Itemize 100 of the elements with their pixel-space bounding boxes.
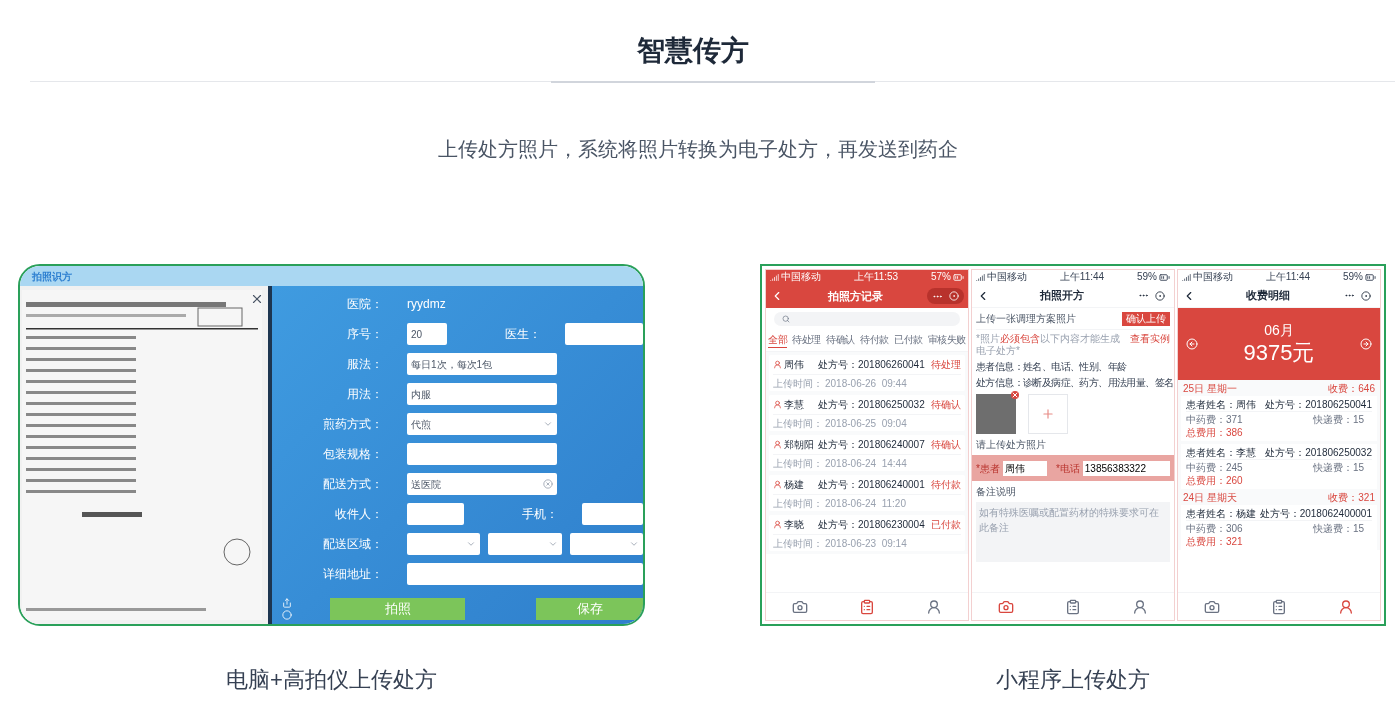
filter-tab[interactable]: 审核失败 xyxy=(927,333,966,348)
user-icon xyxy=(773,480,782,489)
capsule-menu[interactable] xyxy=(927,288,964,304)
carrier-name: 中国移动 xyxy=(987,270,1027,284)
record-card[interactable]: 杨建 处方号：201806240001 待付款 上传时间： 2018-06-24 11:20 xyxy=(769,475,965,511)
input-field[interactable] xyxy=(407,443,557,465)
remark-field[interactable]: 如有特殊医嘱或配置药材的特殊要求可在此备注 xyxy=(976,502,1170,562)
status-time: 上午11:53 xyxy=(853,270,899,284)
search-field[interactable] xyxy=(774,312,960,326)
field-label: 手机： xyxy=(521,506,558,523)
medicine-fee: 中药费：245 xyxy=(1186,460,1243,475)
prescription-number: 处方号：201806250032 xyxy=(1265,445,1372,460)
circle-icon[interactable] xyxy=(282,610,292,620)
caret-icon xyxy=(629,539,639,549)
field-label: 序号： xyxy=(346,326,383,343)
prescription-number: 处方号：201806250041 xyxy=(1265,397,1372,412)
prescription-number: 处方号：201806250032 xyxy=(818,398,925,412)
battery-percent: 59% xyxy=(1343,270,1363,284)
photo-hint: 请上传处方照片 xyxy=(976,438,1047,452)
input-field[interactable] xyxy=(407,563,643,585)
input-field[interactable] xyxy=(565,323,643,345)
camera-icon xyxy=(1203,598,1220,615)
phone-input[interactable]: 13856383322 xyxy=(1082,460,1170,476)
filter-tab[interactable]: 已付款 xyxy=(894,333,923,348)
day-fee: 收费：321 xyxy=(1328,490,1375,505)
field-label: 服法： xyxy=(346,356,383,373)
filter-tab[interactable]: 全部 xyxy=(768,333,787,348)
carrier-name: 中国移动 xyxy=(781,270,821,284)
view-example-link[interactable]: 查看实例 xyxy=(1130,333,1170,345)
phone-label: *电话 xyxy=(1055,461,1080,476)
upload-time: 2018-06-24 11:20 xyxy=(825,496,906,511)
record-card[interactable]: 李晓 处方号：201806230004 已付款 上传时间： 2018-06-23 09:14 xyxy=(769,515,965,551)
prescription-number: 处方号：201806260041 xyxy=(818,358,925,372)
filter-tab[interactable]: 待处理 xyxy=(792,333,821,348)
close-icon[interactable] xyxy=(250,292,264,306)
status-label: 待确认 xyxy=(931,398,961,412)
delivery-fee: 快递费：15 xyxy=(1312,460,1364,475)
input-field[interactable]: 每日1次，每次1包 xyxy=(407,353,557,375)
record-card[interactable]: 周伟 处方号：201806260041 待处理 上传时间： 2018-06-26 09:44 xyxy=(769,355,965,391)
upload-time-label: 上传时间： xyxy=(773,536,823,551)
record-card[interactable]: 郑朝阳 处方号：201806240007 待确认 上传时间： 2018-06-24 14:44 xyxy=(769,435,965,471)
upload-time-label: 上传时间： xyxy=(773,376,823,391)
month-label: 06月 xyxy=(1264,321,1294,339)
status-time: 上午11:44 xyxy=(1059,270,1105,284)
field-label: 收件人： xyxy=(334,506,383,523)
dropdown[interactable]: 送医院 xyxy=(407,473,557,495)
confirm-upload-button[interactable]: 确认上传 xyxy=(1122,311,1170,326)
share-icon[interactable] xyxy=(282,598,292,608)
day-fee: 收费：646 xyxy=(1328,381,1375,396)
day-label: 25日 星期一 xyxy=(1183,381,1237,396)
status-label: 已付款 xyxy=(931,518,961,532)
status-label: 待确认 xyxy=(931,438,961,452)
user-icon xyxy=(1132,598,1149,615)
patient-input[interactable]: 周伟 xyxy=(1002,460,1047,476)
dropdown[interactable]: 代煎 xyxy=(407,413,557,435)
upload-time: 2018-06-23 09:14 xyxy=(825,536,907,551)
total-fee: 总费用：321 xyxy=(1186,535,1244,549)
input-field[interactable]: 20 xyxy=(407,323,447,345)
user-icon xyxy=(773,440,782,449)
clipboard-icon xyxy=(859,598,875,615)
user-icon xyxy=(773,520,782,529)
patient-name: 患者姓名：李慧 xyxy=(1186,445,1256,460)
remove-icon[interactable] xyxy=(1011,391,1019,399)
close-app-icon[interactable] xyxy=(1155,290,1165,301)
camera-icon xyxy=(791,598,808,615)
filter-tab[interactable]: 待付款 xyxy=(860,333,889,348)
input-field[interactable] xyxy=(582,503,643,525)
close-app-icon[interactable] xyxy=(1361,290,1371,301)
patient-name: 杨建 xyxy=(784,478,805,492)
plus-icon xyxy=(1041,407,1055,421)
carrier-name: 中国移动 xyxy=(1193,270,1233,284)
patient-name: 周伟 xyxy=(784,358,805,372)
signal-icon xyxy=(770,272,779,282)
record-card[interactable]: 李慧 处方号：201806250032 待确认 上传时间： 2018-06-25 09:04 xyxy=(769,395,965,431)
page-title: 收费明细 xyxy=(1245,288,1290,304)
prescription-number: 处方号：201806240001 xyxy=(818,478,925,492)
upload-time: 2018-06-25 09:04 xyxy=(825,416,907,431)
field-label: 煎药方式： xyxy=(322,416,383,433)
field-label: 配送区域： xyxy=(322,536,383,553)
mini-program-caption: 小程序上传处方 xyxy=(996,666,1150,694)
next-month-icon[interactable] xyxy=(1360,338,1372,350)
field-label: 包装规格： xyxy=(322,446,383,463)
input-field[interactable] xyxy=(407,503,464,525)
remark-label: 备注说明 xyxy=(976,485,1017,499)
filter-tab[interactable]: 待确认 xyxy=(826,333,855,348)
status-label: 待付款 xyxy=(931,478,961,492)
field-label: 详细地址： xyxy=(322,566,383,583)
previous-month-icon[interactable] xyxy=(1186,338,1198,350)
patient-name: 患者姓名：杨建 xyxy=(1186,506,1256,521)
upload-time: 2018-06-26 09:44 xyxy=(825,376,907,391)
battery-icon xyxy=(953,271,964,283)
section-subtitle: 上传处方照片，系统将照片转换为电子处方，再发送到药企 xyxy=(437,137,958,162)
page-title: 拍照开方 xyxy=(1039,288,1084,304)
signal-icon xyxy=(1182,272,1191,282)
user-icon xyxy=(773,360,782,369)
status-time: 上午11:44 xyxy=(1265,270,1311,284)
clipboard-icon xyxy=(1271,598,1287,615)
battery-icon xyxy=(1365,271,1376,283)
upload-time-label: 上传时间： xyxy=(773,416,823,431)
input-field[interactable]: 内服 xyxy=(407,383,557,405)
